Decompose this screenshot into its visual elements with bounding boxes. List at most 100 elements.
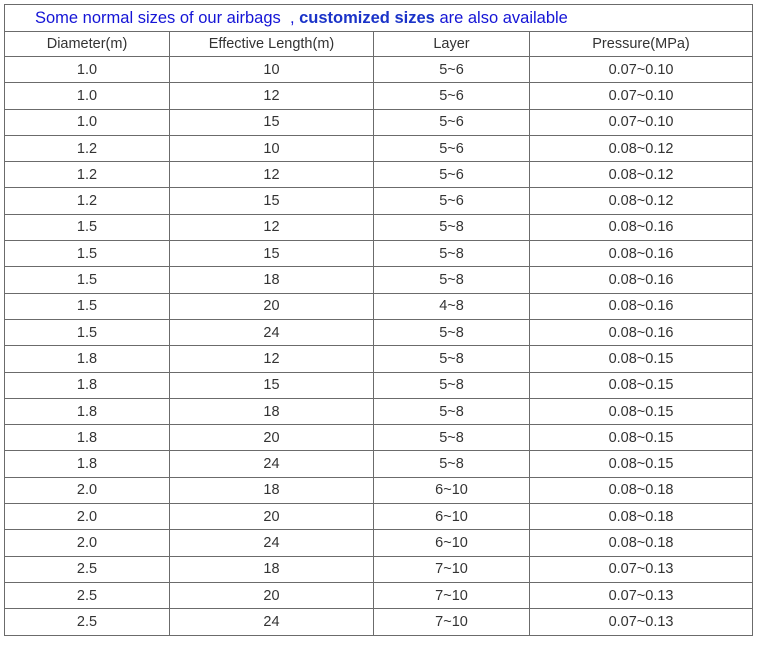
- cell-effective-length: 20: [169, 581, 374, 610]
- cell-effective-length: 15: [169, 187, 374, 215]
- cell-layer: 5~8: [373, 240, 530, 268]
- cell-effective-length: 18: [169, 476, 374, 505]
- table-row: 1.8 18 5~8 0.08~0.15: [4, 397, 754, 426]
- cell-pressure: 0.08~0.16: [528, 318, 754, 347]
- cell-effective-length: 20: [169, 424, 374, 452]
- cell-layer: 5~8: [373, 213, 530, 242]
- cell-layer: 5~8: [373, 424, 530, 452]
- cell-pressure: 0.08~0.16: [528, 292, 754, 320]
- header-diameter: Diameter(m): [4, 31, 170, 57]
- table-row: 1.2 10 5~6 0.08~0.12: [4, 134, 754, 163]
- cell-pressure: 0.08~0.18: [528, 503, 754, 531]
- cell-layer: 5~8: [373, 371, 530, 399]
- table-row: 1.2 12 5~6 0.08~0.12: [4, 161, 754, 189]
- cell-effective-length: 10: [169, 55, 374, 84]
- table-row: 2.0 18 6~10 0.08~0.18: [4, 476, 754, 505]
- cell-diameter: 2.0: [4, 503, 170, 531]
- cell-layer: 5~6: [373, 82, 530, 110]
- cell-pressure: 0.08~0.15: [528, 371, 754, 399]
- cell-pressure: 0.08~0.18: [528, 476, 754, 505]
- cell-diameter: 2.0: [4, 529, 170, 557]
- cell-effective-length: 18: [169, 397, 374, 426]
- cell-pressure: 0.08~0.12: [528, 187, 754, 215]
- cell-effective-length: 20: [169, 292, 374, 320]
- cell-diameter: 1.8: [4, 424, 170, 452]
- table-row: 1.8 15 5~8 0.08~0.15: [4, 371, 754, 399]
- table-row: 1.5 15 5~8 0.08~0.16: [4, 240, 754, 268]
- cell-layer: 5~8: [373, 397, 530, 426]
- cell-diameter: 1.2: [4, 161, 170, 189]
- cell-pressure: 0.08~0.18: [528, 529, 754, 557]
- header-pressure: Pressure(MPa): [528, 31, 754, 57]
- cell-layer: 5~8: [373, 266, 530, 294]
- cell-diameter: 1.0: [4, 108, 170, 136]
- cell-diameter: 2.5: [4, 555, 170, 583]
- cell-diameter: 2.5: [4, 581, 170, 610]
- table-row: 1.0 15 5~6 0.07~0.10: [4, 108, 754, 136]
- cell-effective-length: 15: [169, 240, 374, 268]
- cell-diameter: 2.0: [4, 476, 170, 505]
- cell-layer: 5~6: [373, 55, 530, 84]
- cell-effective-length: 15: [169, 108, 374, 136]
- cell-effective-length: 12: [169, 161, 374, 189]
- cell-pressure: 0.08~0.15: [528, 345, 754, 373]
- cell-diameter: 1.5: [4, 292, 170, 320]
- cell-effective-length: 18: [169, 555, 374, 583]
- table-row: 1.0 10 5~6 0.07~0.10: [4, 55, 754, 84]
- cell-diameter: 1.0: [4, 55, 170, 84]
- cell-diameter: 1.5: [4, 318, 170, 347]
- caption-suffix: are also available: [439, 8, 568, 27]
- airbag-sizes-table: Some normal sizes of our airbags , custo…: [3, 4, 754, 636]
- cell-pressure: 0.08~0.16: [528, 240, 754, 268]
- cell-diameter: 2.5: [4, 608, 170, 636]
- table-row: 1.8 20 5~8 0.08~0.15: [4, 424, 754, 452]
- cell-effective-length: 24: [169, 318, 374, 347]
- table-row: 2.5 20 7~10 0.07~0.13: [4, 581, 754, 610]
- table-row: 1.8 12 5~8 0.08~0.15: [4, 345, 754, 373]
- table-caption-row: Some normal sizes of our airbags , custo…: [3, 4, 754, 32]
- table-row: 2.0 24 6~10 0.08~0.18: [4, 529, 754, 557]
- cell-effective-length: 12: [169, 82, 374, 110]
- cell-layer: 6~10: [373, 503, 530, 531]
- cell-effective-length: 10: [169, 134, 374, 163]
- header-layer: Layer: [373, 31, 530, 57]
- cell-layer: 7~10: [373, 581, 530, 610]
- table-row: 1.5 24 5~8 0.08~0.16: [4, 318, 754, 347]
- cell-layer: 6~10: [373, 476, 530, 505]
- table-row: 1.5 18 5~8 0.08~0.16: [4, 266, 754, 294]
- cell-layer: 4~8: [373, 292, 530, 320]
- cell-pressure: 0.08~0.16: [528, 266, 754, 294]
- cell-pressure: 0.07~0.10: [528, 82, 754, 110]
- table-row: 1.2 15 5~6 0.08~0.12: [4, 187, 754, 215]
- cell-pressure: 0.08~0.15: [528, 397, 754, 426]
- airbag-sizes-panel: Some normal sizes of our airbags , custo…: [3, 4, 754, 636]
- cell-pressure: 0.07~0.13: [528, 555, 754, 583]
- cell-diameter: 1.8: [4, 371, 170, 399]
- cell-diameter: 1.2: [4, 187, 170, 215]
- cell-effective-length: 24: [169, 450, 374, 478]
- cell-layer: 7~10: [373, 555, 530, 583]
- table-row: 2.5 24 7~10 0.07~0.13: [4, 608, 754, 636]
- cell-layer: 5~6: [373, 134, 530, 163]
- cell-pressure: 0.08~0.16: [528, 213, 754, 242]
- cell-effective-length: 24: [169, 529, 374, 557]
- cell-pressure: 0.07~0.10: [528, 55, 754, 84]
- cell-layer: 7~10: [373, 608, 530, 636]
- cell-pressure: 0.08~0.15: [528, 424, 754, 452]
- caption-emphasis: customized sizes: [299, 8, 435, 27]
- cell-pressure: 0.07~0.10: [528, 108, 754, 136]
- cell-layer: 6~10: [373, 529, 530, 557]
- cell-layer: 5~6: [373, 187, 530, 215]
- table-row: 1.5 12 5~8 0.08~0.16: [4, 213, 754, 242]
- caption-prefix: Some normal sizes of our airbags ,: [35, 8, 295, 27]
- cell-pressure: 0.08~0.12: [528, 161, 754, 189]
- cell-effective-length: 12: [169, 345, 374, 373]
- cell-layer: 5~8: [373, 318, 530, 347]
- cell-effective-length: 12: [169, 213, 374, 242]
- cell-diameter: 1.5: [4, 266, 170, 294]
- cell-diameter: 1.8: [4, 345, 170, 373]
- table-row: 1.0 12 5~6 0.07~0.10: [4, 82, 754, 110]
- cell-effective-length: 24: [169, 608, 374, 636]
- table-row: 2.5 18 7~10 0.07~0.13: [4, 555, 754, 583]
- cell-effective-length: 20: [169, 503, 374, 531]
